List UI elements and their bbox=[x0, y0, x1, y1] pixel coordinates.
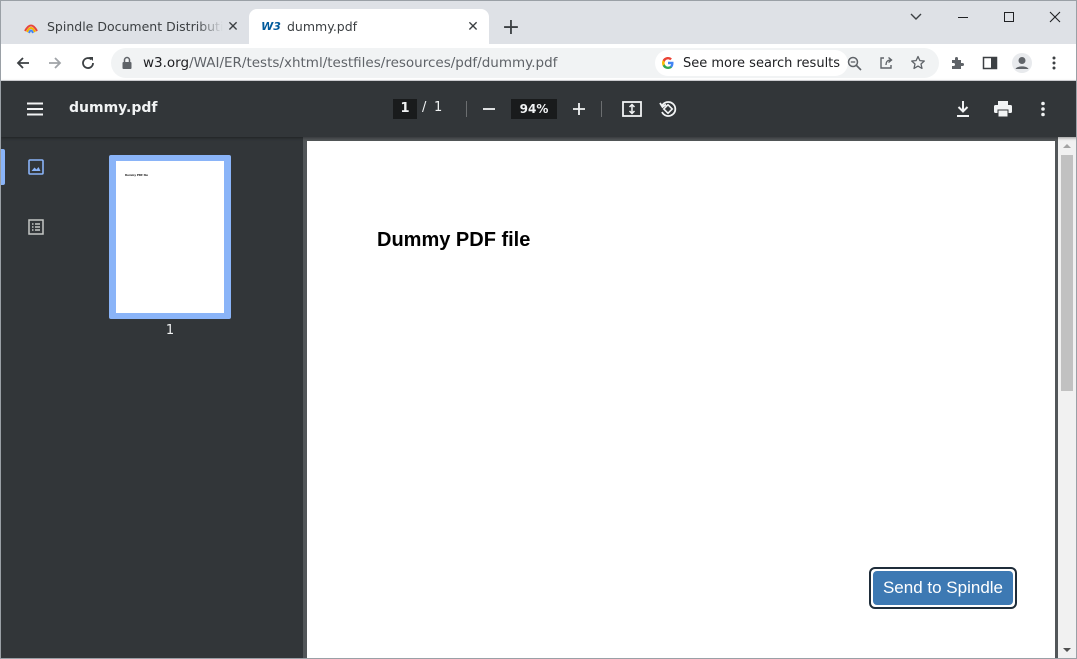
pdf-more-actions-button[interactable] bbox=[1031, 97, 1055, 121]
page-thumbnail[interactable]: Dummy PDF file bbox=[109, 155, 231, 319]
zoom-button[interactable] bbox=[844, 53, 864, 73]
scroll-down-arrow-icon[interactable] bbox=[1062, 645, 1072, 655]
tab-title: Spindle Document Distribution - bbox=[47, 19, 223, 34]
scrollbar-thumb[interactable] bbox=[1061, 155, 1073, 391]
page-heading: Dummy PDF file bbox=[377, 229, 531, 251]
minus-icon bbox=[483, 108, 495, 110]
toolbar-divider bbox=[466, 101, 467, 117]
page-thumbnail-image: Dummy PDF file bbox=[116, 161, 224, 313]
window-controls bbox=[940, 1, 1076, 33]
vertical-scrollbar[interactable] bbox=[1058, 137, 1076, 658]
share-icon bbox=[880, 56, 893, 69]
printer-icon bbox=[994, 101, 1012, 118]
tab-close-icon[interactable]: ✕ bbox=[223, 17, 243, 37]
thumbnail-view-button[interactable] bbox=[23, 154, 49, 180]
page-total: 1 bbox=[434, 100, 443, 115]
active-view-indicator bbox=[1, 149, 5, 185]
maximize-icon bbox=[1004, 12, 1014, 22]
rotate-button[interactable] bbox=[656, 97, 680, 121]
tab-search-button[interactable] bbox=[902, 5, 930, 29]
browser-toolbar: w3.org/WAI/ER/tests/xhtml/testfiles/reso… bbox=[1, 44, 1076, 81]
document-outline-button[interactable] bbox=[23, 214, 49, 240]
browser-menu-button[interactable] bbox=[1041, 50, 1067, 76]
pdf-toolbar: dummy.pdf 1 / 1 94% bbox=[1, 81, 1076, 137]
reload-icon bbox=[82, 57, 94, 69]
print-button[interactable] bbox=[991, 97, 1015, 121]
image-icon bbox=[28, 159, 44, 175]
side-panel-icon bbox=[982, 56, 998, 70]
forward-arrow-icon bbox=[49, 57, 62, 69]
url-path: /WAI/ER/tests/xhtml/testfiles/resources/… bbox=[189, 55, 558, 71]
lock-icon[interactable] bbox=[121, 56, 133, 70]
avatar-icon bbox=[1012, 53, 1032, 73]
zoom-out-button[interactable] bbox=[477, 97, 501, 121]
scroll-up-arrow-icon[interactable] bbox=[1062, 141, 1072, 151]
fit-to-page-button[interactable] bbox=[620, 97, 644, 121]
reload-button[interactable] bbox=[74, 49, 102, 77]
bookmark-button[interactable] bbox=[908, 53, 928, 73]
pdf-sidebar: Dummy PDF file 1 bbox=[1, 137, 303, 658]
sidebar-toggle-button[interactable] bbox=[23, 97, 47, 121]
tab-close-icon[interactable]: ✕ bbox=[463, 17, 483, 37]
search-chip-label: See more search results bbox=[683, 55, 841, 71]
w3c-favicon-icon: W3 bbox=[261, 20, 281, 33]
back-arrow-icon bbox=[16, 57, 29, 69]
plus-icon bbox=[573, 103, 585, 115]
chevron-down-icon bbox=[910, 13, 922, 20]
address-bar[interactable]: w3.org/WAI/ER/tests/xhtml/testfiles/reso… bbox=[111, 48, 939, 78]
download-button[interactable] bbox=[951, 97, 975, 121]
tab-spindle[interactable]: Spindle Document Distribution - ✕ bbox=[9, 9, 249, 44]
toolbar-divider bbox=[601, 101, 602, 117]
search-results-chip[interactable]: See more search results bbox=[655, 50, 849, 76]
minimize-icon bbox=[958, 17, 968, 18]
close-icon bbox=[1049, 11, 1061, 23]
zoom-in-button[interactable] bbox=[567, 97, 591, 121]
tab-dummy-pdf[interactable]: W3 dummy.pdf ✕ bbox=[249, 9, 489, 44]
google-g-icon bbox=[661, 56, 675, 70]
rotate-counterclockwise-icon bbox=[659, 101, 677, 117]
profile-button[interactable] bbox=[1009, 50, 1035, 76]
outline-list-icon bbox=[28, 219, 44, 235]
thumbnail-page-number: 1 bbox=[165, 323, 175, 338]
forward-button[interactable] bbox=[41, 49, 69, 77]
tab-strip: Spindle Document Distribution - ✕ W3 dum… bbox=[1, 1, 1076, 44]
minimize-button[interactable] bbox=[940, 1, 986, 33]
tab-title: dummy.pdf bbox=[287, 19, 358, 34]
extensions-button[interactable] bbox=[945, 50, 971, 76]
send-to-spindle-button[interactable]: Send to Spindle bbox=[869, 567, 1017, 609]
url-text[interactable]: w3.org/WAI/ER/tests/xhtml/testfiles/reso… bbox=[143, 55, 557, 71]
zoom-level-input[interactable]: 94% bbox=[511, 99, 557, 119]
pdf-title: dummy.pdf bbox=[69, 100, 158, 116]
thumbnail-heading: Dummy PDF file bbox=[125, 173, 149, 177]
download-icon bbox=[957, 101, 969, 117]
maximize-button[interactable] bbox=[986, 1, 1032, 33]
kebab-menu-icon bbox=[1052, 56, 1056, 70]
star-icon bbox=[911, 55, 925, 70]
page-separator: / bbox=[422, 100, 427, 115]
share-button[interactable] bbox=[876, 53, 896, 73]
zoom-out-magnifier-icon bbox=[847, 56, 862, 71]
new-tab-button[interactable]: + bbox=[499, 15, 523, 40]
close-window-button[interactable] bbox=[1032, 1, 1076, 33]
url-host: w3.org bbox=[143, 55, 190, 71]
hamburger-menu-icon bbox=[27, 102, 43, 116]
fit-page-icon bbox=[622, 101, 642, 117]
page-number-input[interactable]: 1 bbox=[393, 99, 417, 119]
send-to-spindle-label: Send to Spindle bbox=[873, 571, 1013, 605]
puzzle-icon bbox=[952, 57, 964, 69]
back-button[interactable] bbox=[9, 49, 37, 77]
side-panel-button[interactable] bbox=[977, 50, 1003, 76]
browser-window: Spindle Document Distribution - ✕ W3 dum… bbox=[0, 0, 1077, 659]
kebab-menu-icon bbox=[1041, 101, 1045, 117]
spindle-favicon-icon bbox=[23, 19, 39, 35]
